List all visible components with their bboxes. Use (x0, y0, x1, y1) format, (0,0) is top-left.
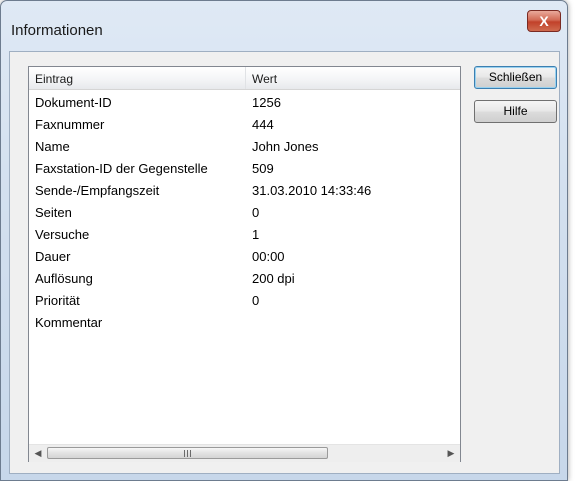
entry-label: Faxstation-ID der Gegenstelle (35, 161, 208, 176)
horizontal-scrollbar[interactable]: ◀ ▶ (29, 444, 460, 462)
list-item[interactable]: Seiten 0 (29, 201, 460, 223)
list-item[interactable]: Faxstation-ID der Gegenstelle 509 (29, 157, 460, 179)
entry-label: Priorität (35, 293, 80, 308)
column-separator[interactable] (245, 67, 246, 89)
close-icon: X (539, 13, 549, 29)
list-header: Eintrag Wert (29, 67, 460, 90)
entry-label: Sende-/Empfangszeit (35, 183, 160, 198)
list-item[interactable]: Name John Jones (29, 135, 460, 157)
entry-value: 0 (252, 205, 260, 220)
entry-label: Dokument-ID (35, 95, 112, 110)
scroll-right-icon[interactable]: ▶ (444, 447, 458, 460)
scrollbar-thumb[interactable] (47, 447, 328, 459)
entry-label: Versuche (35, 227, 90, 242)
list-item[interactable]: Auflösung 200 dpi (29, 267, 460, 289)
entry-value: 1256 (252, 95, 281, 110)
dialog-title: Informationen (11, 22, 103, 39)
entry-label: Seiten (35, 205, 72, 220)
list-rows: Dokument-ID 1256 Faxnummer 444 Name John Jo… (29, 91, 460, 333)
entry-label: Dauer (35, 249, 71, 264)
list-item[interactable]: Sende-/Empfangszeit 31.03.2010 14:33:46 (29, 179, 460, 201)
desktop-background (568, 0, 588, 481)
entry-value: 00:00 (252, 249, 285, 264)
entry-value: 509 (252, 161, 274, 176)
help-button[interactable]: Hilfe (474, 100, 557, 123)
list-item[interactable]: Priorität 0 (29, 289, 460, 311)
list-item[interactable]: Faxnummer 444 (29, 113, 460, 135)
entry-label: Auflösung (35, 271, 93, 286)
entry-label: Kommentar (35, 315, 103, 330)
entry-value: 200 dpi (252, 271, 295, 286)
entry-value: 1 (252, 227, 260, 242)
list-item[interactable]: Kommentar (29, 311, 460, 333)
close-window-button[interactable]: X (527, 10, 561, 32)
entry-label: Name (35, 139, 70, 154)
grip-icon (184, 450, 192, 457)
list-item[interactable]: Versuche 1 (29, 223, 460, 245)
list-item[interactable]: Dokument-ID 1256 (29, 91, 460, 113)
column-header-value[interactable]: Wert (252, 72, 277, 86)
entry-label: Faxnummer (35, 117, 105, 132)
entry-value: 0 (252, 293, 260, 308)
entry-value: 444 (252, 117, 274, 132)
list-item[interactable]: Dauer 00:00 (29, 245, 460, 267)
close-button[interactable]: Schließen (474, 66, 557, 89)
entry-value: John Jones (252, 139, 319, 154)
entry-value: 31.03.2010 14:33:46 (252, 183, 372, 198)
scroll-left-icon[interactable]: ◀ (31, 447, 45, 460)
column-header-entry[interactable]: Eintrag (35, 72, 73, 86)
info-list[interactable]: Eintrag Wert Dokument-ID 1256 Faxnummer 44… (28, 66, 461, 462)
